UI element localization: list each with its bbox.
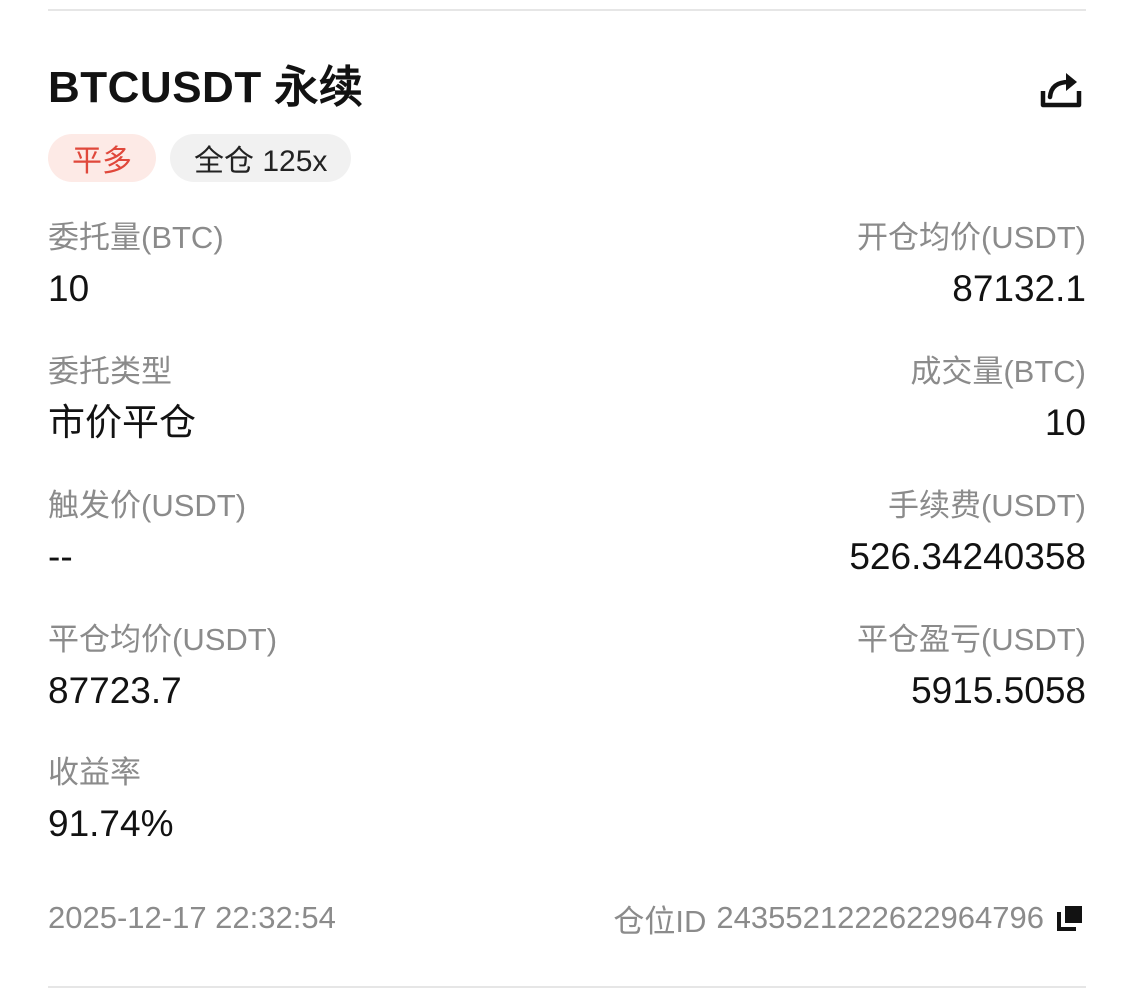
order-type-field: 委托类型 市价平仓 bbox=[48, 352, 196, 448]
open-avg-field: 开仓均价(USDT) 87132.1 bbox=[857, 218, 1086, 314]
open-avg-label: 开仓均价(USDT) bbox=[856, 220, 1086, 255]
order-qty-field: 委托量(BTC) 10 bbox=[48, 218, 224, 314]
bottom-divider bbox=[48, 986, 1086, 988]
fee-value: 526.34240358 bbox=[849, 536, 1086, 577]
open-avg-value: 87132.1 bbox=[952, 268, 1086, 309]
order-qty-value: 10 bbox=[48, 268, 90, 309]
side-tag: 平多 bbox=[48, 134, 156, 182]
position-id-row: 仓位ID 2435521222622964796 bbox=[613, 896, 1086, 940]
position-id-label: 仓位ID bbox=[613, 903, 707, 939]
close-avg-value: 87723.7 bbox=[48, 670, 182, 711]
order-time: 2025-12-17 22:32:54 bbox=[48, 900, 336, 935]
filled-qty-label: 成交量(BTC) bbox=[910, 354, 1086, 389]
roi-label: 收益率 bbox=[48, 755, 141, 790]
share-button[interactable] bbox=[1038, 66, 1086, 114]
copy-icon bbox=[1057, 906, 1082, 931]
close-pnl-value: 5915.5058 bbox=[911, 670, 1086, 711]
order-type-label: 委托类型 bbox=[48, 354, 172, 389]
roi-value: 91.74% bbox=[48, 803, 174, 844]
margin-mode-tag: 全仓 125x bbox=[170, 134, 352, 182]
order-type-value: 市价平仓 bbox=[48, 402, 196, 443]
trigger-price-label: 触发价(USDT) bbox=[48, 488, 247, 523]
symbol-title: BTCUSDT 永续 bbox=[48, 63, 364, 112]
position-id-value: 2435521222622964796 bbox=[716, 900, 1044, 935]
roi-field: 收益率 91.74% bbox=[48, 753, 174, 849]
close-avg-field: 平仓均价(USDT) 87723.7 bbox=[48, 620, 277, 716]
share-icon bbox=[1040, 73, 1082, 108]
fee-field: 手续费(USDT) 526.34240358 bbox=[849, 486, 1086, 582]
close-pnl-field: 平仓盈亏(USDT) 5915.5058 bbox=[857, 620, 1086, 716]
trigger-price-field: 触发价(USDT) -- bbox=[48, 486, 246, 582]
order-header: BTCUSDT 永续 bbox=[48, 58, 1086, 122]
trigger-price-value: -- bbox=[48, 536, 73, 577]
close-avg-label: 平仓均价(USDT) bbox=[48, 622, 278, 657]
order-footer: 2025-12-17 22:32:54 仓位ID 243552122262296… bbox=[48, 896, 1086, 940]
close-pnl-label: 平仓盈亏(USDT) bbox=[856, 622, 1086, 657]
tag-row: 平多 全仓 125x bbox=[48, 134, 352, 182]
top-divider bbox=[48, 9, 1086, 11]
copy-position-id-button[interactable] bbox=[1054, 902, 1086, 934]
fee-label: 手续费(USDT) bbox=[887, 488, 1086, 523]
filled-qty-value: 10 bbox=[1044, 402, 1086, 443]
order-qty-label: 委托量(BTC) bbox=[48, 220, 224, 255]
filled-qty-field: 成交量(BTC) 10 bbox=[910, 352, 1086, 448]
